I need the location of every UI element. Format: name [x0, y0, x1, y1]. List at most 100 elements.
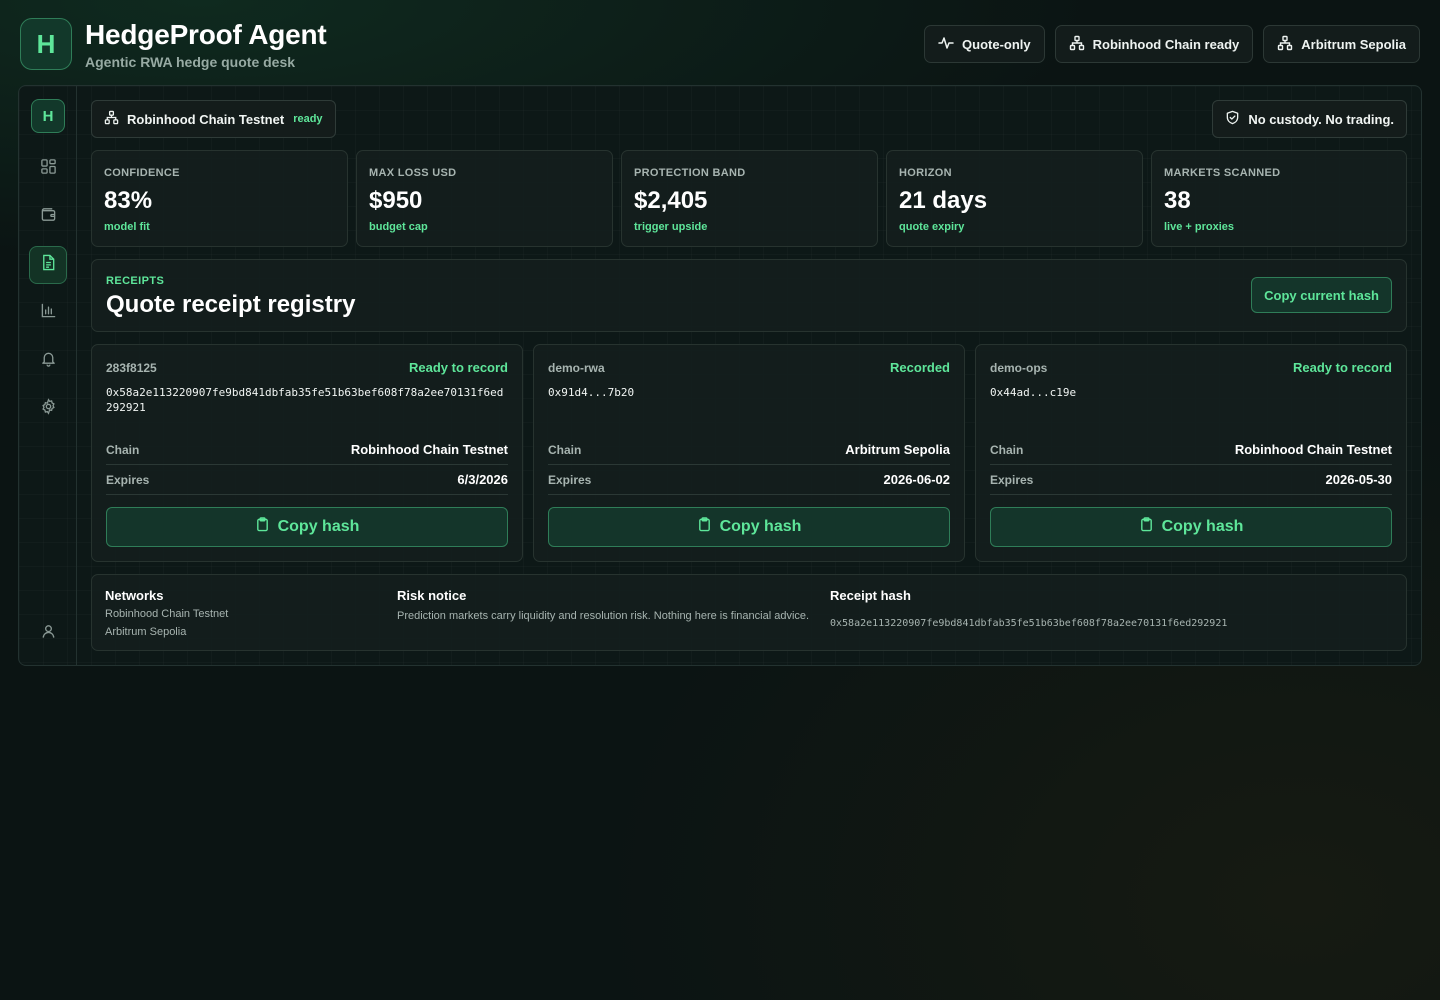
copy-hash-button[interactable]: Copy hash	[106, 507, 508, 547]
stat-label: MARKETS SCANNED	[1164, 167, 1281, 179]
copy-hash-label: Copy hash	[277, 518, 360, 535]
expires-label: Expires	[548, 473, 592, 487]
header-chips: Quote-only Robinhood Chain ready Arbitru…	[924, 25, 1420, 63]
stat-value: 38	[1164, 187, 1191, 214]
network-list-item: Arbitrum Sepolia	[105, 626, 187, 638]
footer-info-panel: Networks Robinhood Chain Testnet Arbitru…	[91, 574, 1407, 651]
clipboard-icon	[697, 517, 712, 537]
chip-label: Arbitrum Sepolia	[1301, 36, 1406, 52]
app-title: HedgeProof Agent	[85, 19, 327, 50]
receipt-hash-title: Receipt hash	[830, 588, 911, 603]
receipt-hash: 0x91d4...7b20	[548, 386, 635, 399]
sidebar-item-dashboard[interactable]	[29, 150, 67, 188]
receipt-expires-row: Expires 2026-05-30	[990, 465, 1392, 495]
app-header: H HedgeProof Agent Agentic RWA hedge quo…	[20, 18, 1420, 70]
chip-arbitrum-sepolia[interactable]: Arbitrum Sepolia	[1263, 25, 1420, 63]
network-list-item: Robinhood Chain Testnet	[105, 608, 229, 620]
section-kicker: RECEIPTS	[106, 275, 165, 287]
copy-hash-label: Copy hash	[1161, 518, 1244, 535]
expires-value: 6/3/2026	[457, 472, 508, 487]
receipt-chain-row: Chain Robinhood Chain Testnet	[990, 435, 1392, 465]
risk-notice-title: Risk notice	[397, 588, 467, 603]
chip-quote-only[interactable]: Quote-only	[924, 25, 1045, 63]
receipt-card: demo-ops Ready to record 0x44ad...c19e C…	[975, 344, 1407, 562]
clipboard-icon	[1139, 517, 1154, 537]
sidebar-item-wallet[interactable]	[29, 198, 67, 236]
expires-value: 2026-05-30	[1325, 472, 1393, 487]
custody-notice-pill: No custody. No trading.	[1212, 100, 1407, 138]
sidebar-item-profile[interactable]	[29, 615, 67, 653]
stat-value: $950	[369, 187, 423, 214]
network-icon	[1069, 35, 1085, 54]
sidebar: H	[19, 86, 77, 665]
expires-label: Expires	[990, 473, 1034, 487]
network-status-pill[interactable]: Robinhood Chain Testnet ready	[91, 100, 336, 138]
receipt-expires-row: Expires 6/3/2026	[106, 465, 508, 495]
network-icon	[1277, 35, 1293, 54]
main-shell: H Robinhood Chain Testnet ready No custo…	[18, 85, 1422, 666]
receipt-hash: 0x44ad...c19e	[990, 386, 1077, 399]
receipt-status: Ready to record	[409, 360, 508, 375]
stat-card-confidence: CONFIDENCE 83% model fit	[91, 150, 348, 247]
stat-label: CONFIDENCE	[104, 167, 180, 179]
section-title: Quote receipt registry	[106, 291, 356, 318]
user-icon	[40, 623, 57, 645]
stat-label: MAX LOSS USD	[369, 167, 457, 179]
stat-note: budget cap	[369, 221, 428, 233]
receipt-card: demo-rwa Recorded 0x91d4...7b20 Chain Ar…	[533, 344, 965, 562]
copy-hash-label: Copy hash	[719, 518, 802, 535]
chain-value: Robinhood Chain Testnet	[350, 442, 508, 457]
sidebar-item-receipts[interactable]	[29, 246, 67, 284]
activity-icon	[938, 35, 954, 54]
receipt-hash-value: 0x58a2e113220907fe9bd841dbfab35fe51b63be…	[830, 618, 1228, 629]
receipt-card: 283f8125 Ready to record 0x58a2e11322090…	[91, 344, 523, 562]
custody-notice-label: No custody. No trading.	[1248, 111, 1394, 127]
chip-label: Quote-only	[962, 36, 1031, 52]
sidebar-item-settings[interactable]	[29, 390, 67, 428]
shield-icon	[1225, 110, 1240, 128]
networks-title: Networks	[105, 588, 164, 603]
receipt-expires-row: Expires 2026-06-02	[548, 465, 950, 495]
sidebar-item-analytics[interactable]	[29, 294, 67, 332]
risk-notice-text: Prediction markets carry liquidity and r…	[397, 610, 810, 622]
network-icon	[104, 110, 119, 128]
chain-label: Chain	[990, 443, 1024, 457]
copy-current-hash-button[interactable]: Copy current hash	[1251, 277, 1392, 313]
clipboard-icon	[255, 517, 270, 537]
stat-card-markets-scanned: MARKETS SCANNED 38 live + proxies	[1151, 150, 1407, 247]
bell-icon	[40, 350, 57, 372]
chip-robinhood-ready[interactable]: Robinhood Chain ready	[1054, 25, 1254, 63]
bar-chart-icon	[40, 302, 57, 324]
chain-label: Chain	[548, 443, 582, 457]
stat-note: live + proxies	[1164, 221, 1235, 233]
sidebar-item-alerts[interactable]	[29, 342, 67, 380]
copy-hash-button[interactable]: Copy hash	[990, 507, 1392, 547]
document-icon	[40, 254, 57, 276]
receipt-id: demo-rwa	[548, 361, 605, 375]
stat-note: model fit	[104, 221, 150, 233]
receipts-section-header: RECEIPTS Quote receipt registry Copy cur…	[91, 259, 1407, 332]
network-status-badge: ready	[293, 113, 323, 125]
app-logo: H	[20, 18, 72, 70]
stat-value: 83%	[104, 187, 153, 214]
receipt-chain-row: Chain Robinhood Chain Testnet	[106, 435, 508, 465]
stat-card-horizon: HORIZON 21 days quote expiry	[886, 150, 1143, 247]
grid-icon	[40, 158, 57, 180]
receipt-status: Ready to record	[1293, 360, 1392, 375]
chain-value: Arbitrum Sepolia	[845, 442, 950, 457]
stat-value: $2,405	[634, 187, 708, 214]
sidebar-logo[interactable]: H	[31, 99, 65, 133]
stat-card-protection-band: PROTECTION BAND $2,405 trigger upside	[621, 150, 878, 247]
stat-label: PROTECTION BAND	[634, 167, 746, 179]
chain-value: Robinhood Chain Testnet	[1234, 442, 1392, 457]
receipt-id: 283f8125	[106, 361, 157, 375]
app-subtitle: Agentic RWA hedge quote desk	[85, 54, 296, 70]
receipt-id: demo-ops	[990, 361, 1048, 375]
stat-value: 21 days	[899, 187, 988, 214]
network-name: Robinhood Chain Testnet	[127, 111, 285, 127]
copy-hash-button[interactable]: Copy hash	[548, 507, 950, 547]
gear-icon	[40, 398, 57, 420]
receipt-chain-row: Chain Arbitrum Sepolia	[548, 435, 950, 465]
receipt-hash: 0x58a2e113220907fe9bd841dbfab35fe51b63be…	[106, 386, 504, 414]
expires-label: Expires	[106, 473, 150, 487]
